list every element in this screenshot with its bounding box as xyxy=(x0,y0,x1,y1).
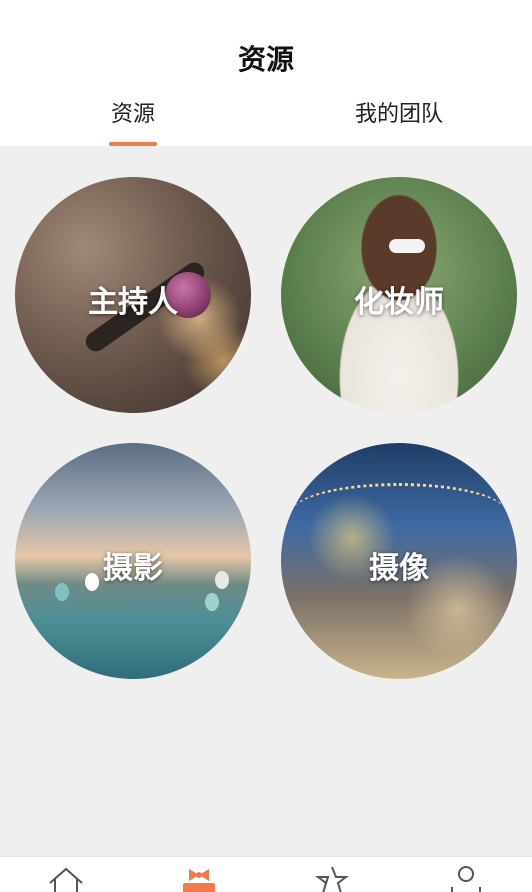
resource-label-makeup-artist: 化妆师 xyxy=(354,285,444,320)
nav-resources[interactable] xyxy=(179,865,219,892)
nav-profile[interactable] xyxy=(446,865,486,892)
resource-tile-photography[interactable]: 摄影 xyxy=(15,443,251,679)
nav-favorites[interactable] xyxy=(312,865,352,892)
string-lights-image xyxy=(291,483,507,543)
page-title: 资源 xyxy=(237,43,294,76)
tab-my-team[interactable]: 我的团队 xyxy=(336,96,462,146)
resource-tile-host[interactable]: 主持人 xyxy=(15,177,251,413)
nav-home[interactable] xyxy=(46,865,86,892)
balloon-image xyxy=(205,593,219,611)
bottom-nav xyxy=(0,856,532,892)
tab-resources[interactable]: 资源 xyxy=(96,96,170,146)
home-icon xyxy=(49,867,83,892)
resource-label-host: 主持人 xyxy=(88,285,178,320)
resource-label-videography: 摄像 xyxy=(369,551,429,586)
resource-bow-icon xyxy=(183,869,215,892)
resource-tile-makeup-artist[interactable]: 化妆师 xyxy=(281,177,517,413)
user-icon xyxy=(451,866,481,892)
app-header: 资源 资源 我的团队 xyxy=(0,0,532,146)
resource-label-photography: 摄影 xyxy=(103,551,163,586)
resource-tile-videography[interactable]: 摄像 xyxy=(281,443,517,679)
tab-bar: 资源 我的团队 xyxy=(0,96,532,146)
star-icon xyxy=(315,866,349,892)
resource-grid: 主持人 化妆师 摄影 摄像 xyxy=(0,146,532,856)
hair-clip-image xyxy=(389,239,425,253)
